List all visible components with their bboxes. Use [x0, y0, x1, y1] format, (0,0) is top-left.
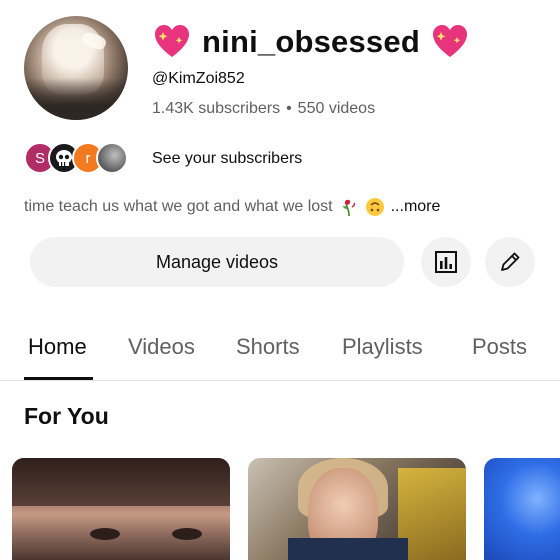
pencil-icon	[501, 252, 520, 271]
edit-channel-button[interactable]	[485, 237, 535, 287]
channel-description[interactable]: time teach us what we got and what we lo…	[24, 197, 440, 217]
thumbnail-hair	[12, 458, 230, 506]
manage-videos-button[interactable]: Manage videos	[30, 237, 404, 287]
subscribers-preview[interactable]: S r	[24, 140, 128, 176]
analytics-icon	[435, 251, 457, 273]
channel-handle: @KimZoi852	[152, 70, 245, 87]
sparkling-heart-icon	[155, 25, 189, 57]
analytics-button[interactable]	[421, 237, 471, 287]
video-thumbnail[interactable]	[12, 458, 230, 560]
wilted-rose-icon	[342, 199, 355, 217]
channel-tabs: Home Videos Shorts Playlists Posts	[0, 320, 560, 381]
video-thumbnail[interactable]	[484, 458, 560, 560]
thumbnail-eye	[90, 528, 120, 540]
upside-down-face-icon	[365, 198, 384, 216]
active-tab-indicator	[24, 377, 93, 380]
stats-separator: •	[286, 100, 292, 117]
video-thumbnail[interactable]	[248, 458, 466, 560]
subscriber-count: 1.43K subscribers	[152, 100, 281, 117]
more-link[interactable]: ...more	[391, 198, 441, 216]
channel-stats: 1.43K subscribers • 550 videos	[152, 100, 375, 118]
description-text: time teach us what we got and what we lo…	[24, 198, 333, 215]
tab-shorts[interactable]: Shorts	[236, 334, 300, 360]
avatar-shadow	[24, 78, 128, 120]
thumbnail-eye	[172, 528, 202, 540]
photo-avatar	[96, 142, 128, 174]
tab-posts[interactable]: Posts	[472, 334, 527, 360]
see-subscribers-link[interactable]: See your subscribers	[152, 150, 302, 168]
section-title: For You	[24, 403, 109, 429]
channel-name: nini_obsessed	[202, 24, 420, 59]
tab-videos[interactable]: Videos	[128, 334, 195, 360]
tab-playlists[interactable]: Playlists	[342, 334, 423, 360]
thumbnail-background	[398, 468, 466, 560]
video-count: 550 videos	[297, 100, 376, 117]
tab-home[interactable]: Home	[28, 334, 87, 360]
channel-avatar[interactable]	[24, 16, 128, 120]
thumbnail-uniform	[288, 538, 408, 560]
sparkling-heart-icon	[432, 25, 467, 57]
channel-title-row: nini_obsessed	[152, 18, 470, 66]
